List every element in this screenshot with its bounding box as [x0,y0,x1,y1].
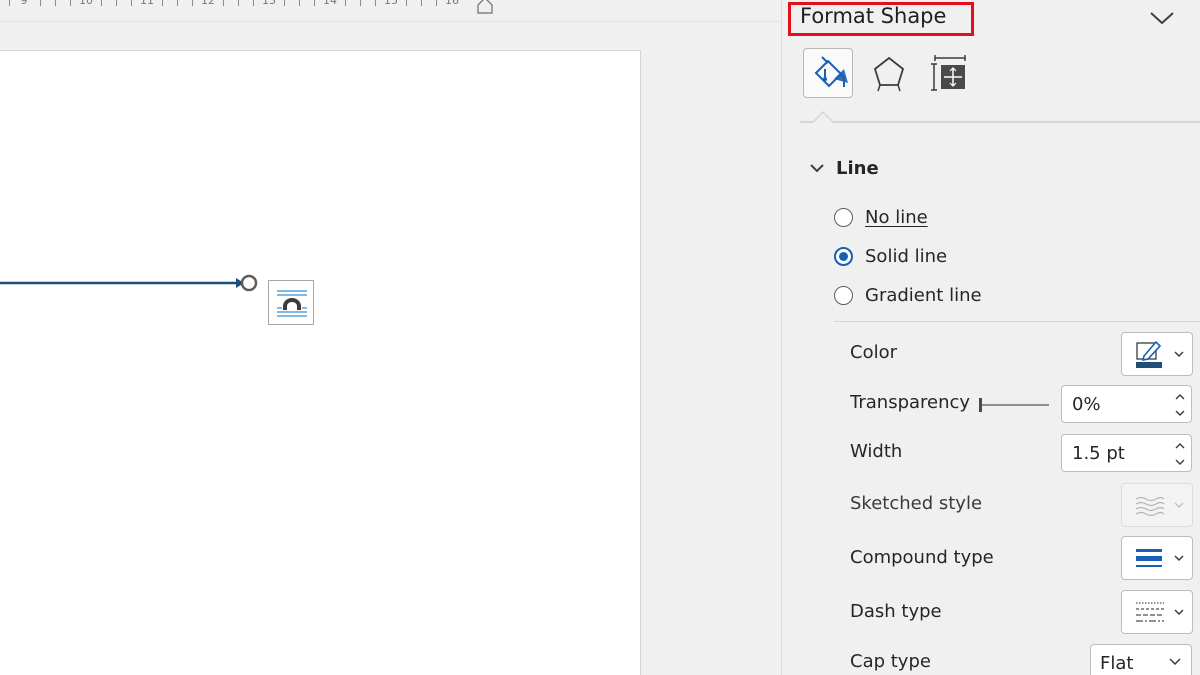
paint-bucket-icon [814,56,848,88]
ruler-number: 11 [140,0,154,7]
transparency-input[interactable]: 0% [1061,385,1192,423]
width-input[interactable]: 1.5 pt [1061,434,1192,472]
size-properties-icon [931,55,966,91]
chevron-down-icon [810,164,824,173]
selected-line-shape[interactable] [0,51,641,675]
format-shape-pane: Format Shape Line No line Solid line Gra… [781,0,1200,675]
spinner-arrows-icon[interactable] [1173,437,1187,471]
ruler-number: 16 [445,0,459,7]
line-section-header[interactable]: Line [808,155,879,181]
tab-indicator-icon [812,110,834,124]
radio-button[interactable] [834,207,853,227]
document-page[interactable] [0,50,641,675]
size-properties-tab[interactable] [925,48,975,98]
radio-label: Gradient line [865,284,982,306]
chevron-down-icon[interactable] [1148,6,1176,30]
width-label: Width [850,441,903,462]
line-color-picker[interactable] [1121,332,1193,376]
layout-options-button[interactable] [268,280,314,325]
sketched-style-picker[interactable] [1121,483,1193,527]
ruler-number: 14 [323,0,337,7]
line-end-handle-icon [240,274,258,292]
radio-label: No line [865,206,928,228]
transparency-label: Transparency [850,392,971,413]
width-value: 1.5 pt [1072,443,1125,464]
compound-lines-icon [1136,549,1184,567]
compound-type-label: Compound type [850,547,994,568]
section-title: Line [836,157,879,179]
cap-type-label: Cap type [850,651,931,672]
sketched-lines-icon [1135,496,1184,517]
radio-button-selected[interactable] [834,246,853,266]
compound-type-picker[interactable] [1121,536,1193,580]
ruler-number: 12 [201,0,215,7]
color-label: Color [850,342,897,363]
layout-options-icon [277,290,307,317]
transparency-value: 0% [1072,394,1101,415]
radio-label: Solid line [865,245,948,267]
tab-divider [800,121,1200,123]
section-divider [834,321,1200,322]
dash-type-label: Dash type [850,601,942,622]
sketched-style-label: Sketched style [850,493,983,514]
spinner-arrows-icon[interactable] [1173,388,1187,422]
fill-line-tab[interactable] [803,48,853,98]
radio-button[interactable] [834,285,853,305]
gradient-line-option[interactable]: Gradient line [834,282,982,308]
solid-line-option[interactable]: Solid line [834,243,947,269]
horizontal-ruler[interactable]: 9 10 11 12 13 14 15 16 [0,0,780,22]
no-line-option[interactable]: No line [834,204,928,230]
pentagon-icon [873,56,905,92]
cap-type-value: Flat [1100,653,1134,674]
pen-color-icon [1136,340,1184,368]
ruler-number: 15 [384,0,398,7]
effects-tab[interactable] [864,48,914,98]
ruler-number: 10 [79,0,93,7]
cap-type-dropdown[interactable]: Flat [1090,644,1192,675]
chevron-down-icon [1169,658,1181,666]
dash-type-picker[interactable] [1121,590,1193,634]
pane-title: Format Shape [800,4,947,28]
ruler-number: 9 [20,0,28,7]
dash-lines-icon [1136,602,1184,622]
ruler-number: 13 [262,0,276,7]
right-indent-marker-icon[interactable] [477,0,493,14]
transparency-slider[interactable] [979,395,1051,415]
